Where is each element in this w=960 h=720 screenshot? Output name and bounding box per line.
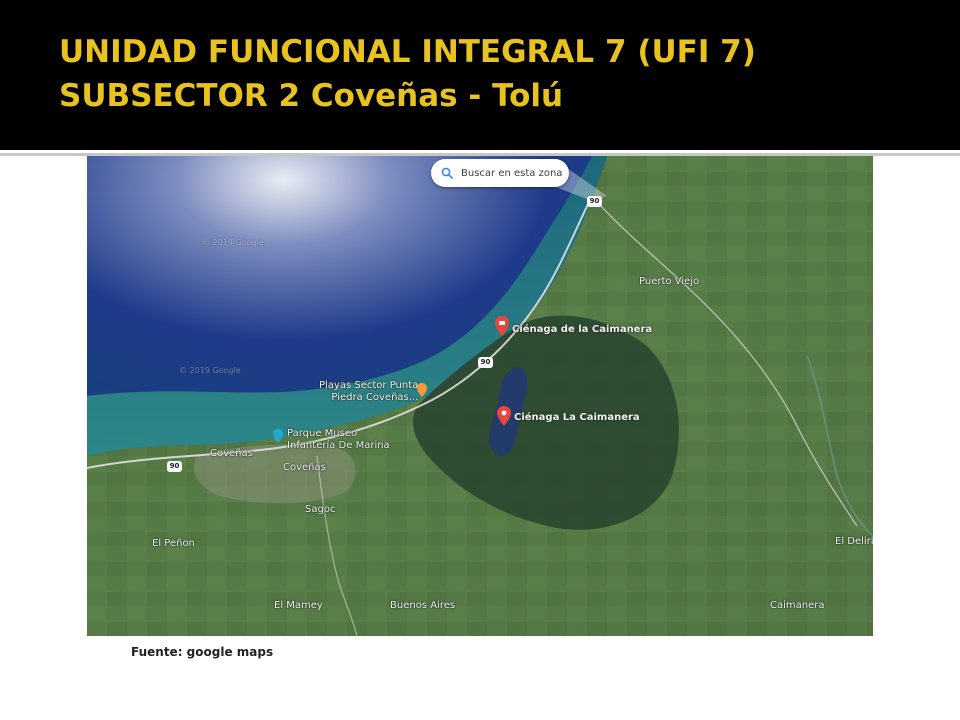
map-watermark: © 2019 Google xyxy=(179,366,241,375)
route-shield: 90 xyxy=(167,461,182,472)
slide-title: UNIDAD FUNCIONAL INTEGRAL 7 (UFI 7) SUBS… xyxy=(59,30,756,118)
title-line-2: SUBSECTOR 2 Coveñas - Tolú xyxy=(59,78,564,114)
search-icon xyxy=(441,167,453,179)
place-label: Playas Sector Punta Piedra Coveñas... xyxy=(319,380,418,404)
place-label: Coveñas xyxy=(283,462,326,473)
place-label-line: Playas Sector Punta xyxy=(319,380,419,391)
place-label: Ciénaga de la Caimanera xyxy=(512,324,653,335)
route-shield: 90 xyxy=(587,196,602,207)
place-label-line: Infantería De Marina xyxy=(287,440,390,451)
place-label: Sagoc xyxy=(305,504,336,515)
beach-pin-icon[interactable] xyxy=(417,383,427,397)
title-line-1: UNIDAD FUNCIONAL INTEGRAL 7 (UFI 7) xyxy=(59,34,756,70)
map-imagery xyxy=(87,156,873,636)
map-pin-icon[interactable] xyxy=(497,406,511,426)
place-label: El Delirio xyxy=(835,536,873,547)
museum-pin-icon[interactable] xyxy=(273,429,283,443)
place-label: Buenos Aires xyxy=(390,600,456,611)
title-bar: UNIDAD FUNCIONAL INTEGRAL 7 (UFI 7) SUBS… xyxy=(0,0,960,150)
satellite-map[interactable]: © 2019 Google © 2019 Google Buscar en es… xyxy=(87,156,873,636)
search-this-area-button[interactable]: Buscar en esta zona xyxy=(431,159,569,187)
place-label: El Peñon xyxy=(152,538,195,549)
source-caption: Fuente: google maps xyxy=(131,645,274,659)
place-label: Parque Museo Infantería De Marina xyxy=(287,428,390,452)
place-label-line: Parque Museo xyxy=(287,428,358,439)
place-label: Ciénaga La Caimanera xyxy=(514,412,640,423)
place-label-line: Piedra Coveñas... xyxy=(331,392,419,403)
map-pin-icon[interactable] xyxy=(495,316,509,336)
place-label: El Mamey xyxy=(274,600,323,611)
search-label: Buscar en esta zona xyxy=(461,167,563,179)
place-label: Puerto Viejo xyxy=(639,276,700,287)
place-label: Coveñas xyxy=(210,448,253,459)
map-watermark: © 2019 Google xyxy=(202,238,264,247)
place-label: Caimanera xyxy=(770,600,825,611)
route-shield: 90 xyxy=(478,357,493,368)
